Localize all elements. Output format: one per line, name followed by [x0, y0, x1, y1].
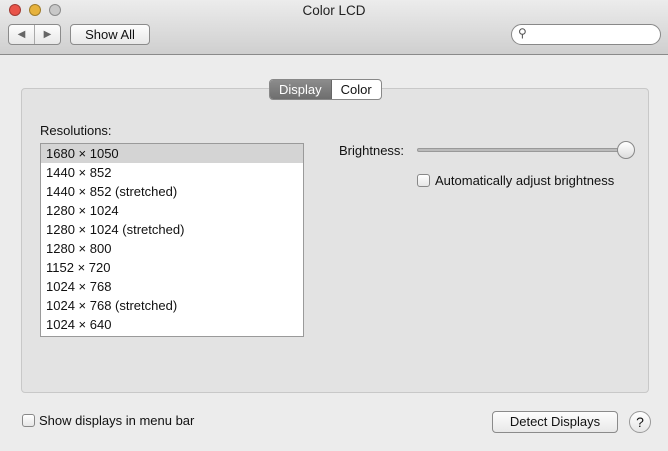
- search-field[interactable]: ⚲: [511, 24, 661, 45]
- title-bar: Color LCD ◀ ▶ Show All ⚲: [0, 0, 668, 55]
- resolutions-label: Resolutions:: [40, 123, 112, 138]
- resolution-item[interactable]: 1152 × 720: [41, 258, 303, 277]
- resolutions-list[interactable]: 1680 × 1050 1440 × 852 1440 × 852 (stret…: [40, 143, 304, 337]
- auto-brightness-checkbox[interactable]: [417, 174, 430, 187]
- resolution-item[interactable]: 1280 × 800: [41, 239, 303, 258]
- show-all-button[interactable]: Show All: [70, 24, 150, 45]
- window-title: Color LCD: [302, 3, 366, 18]
- show-menu-bar-label: Show displays in menu bar: [39, 413, 195, 428]
- tab-bar: Display Color: [269, 79, 382, 100]
- tab-color[interactable]: Color: [332, 80, 381, 99]
- search-icon: ⚲: [518, 26, 527, 40]
- brightness-label: Brightness:: [339, 143, 405, 158]
- brightness-slider[interactable]: [417, 148, 627, 152]
- resolution-item[interactable]: 1280 × 1024: [41, 201, 303, 220]
- resolution-item[interactable]: 1280 × 1024 (stretched): [41, 220, 303, 239]
- auto-brightness-label: Automatically adjust brightness: [435, 173, 615, 188]
- forward-button[interactable]: ▶: [35, 25, 60, 44]
- detect-displays-button[interactable]: Detect Displays: [492, 411, 618, 433]
- back-button[interactable]: ◀: [9, 25, 35, 44]
- resolution-item[interactable]: 1024 × 640: [41, 315, 303, 334]
- resolution-item[interactable]: 1024 × 768 (stretched): [41, 296, 303, 315]
- brightness-slider-knob[interactable]: [617, 141, 635, 159]
- resolution-item[interactable]: 1024 × 768: [41, 277, 303, 296]
- resolution-item[interactable]: 1440 × 852 (stretched): [41, 182, 303, 201]
- nav-buttons: ◀ ▶: [8, 24, 61, 45]
- tab-display[interactable]: Display: [270, 80, 332, 99]
- resolution-item[interactable]: 1440 × 852: [41, 163, 303, 182]
- help-button[interactable]: ?: [629, 411, 651, 433]
- show-menu-bar-checkbox[interactable]: [22, 414, 35, 427]
- resolution-item[interactable]: 1680 × 1050: [41, 144, 303, 163]
